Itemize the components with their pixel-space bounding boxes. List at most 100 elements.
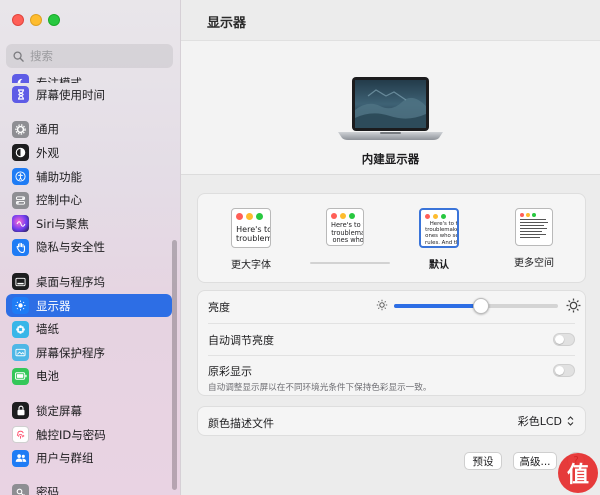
sidebar-item-label: 密码	[36, 485, 59, 495]
siri-icon	[12, 215, 29, 233]
close-button[interactable]	[12, 14, 24, 26]
fingerprint-icon	[12, 426, 29, 444]
control-center-icon	[12, 191, 29, 209]
advanced-button[interactable]: 高级...	[513, 452, 557, 470]
sidebar-item-label: 外观	[36, 145, 59, 160]
main-header: 显示器	[181, 0, 600, 40]
auto-brightness-label: 自动调节亮度	[208, 334, 274, 347]
chevron-updown-icon	[567, 416, 574, 426]
display-hero: 内建显示器	[181, 40, 600, 175]
zoom-button[interactable]	[48, 14, 60, 26]
auto-brightness-row: 自动调节亮度	[208, 332, 575, 352]
sidebar-item-screen-time[interactable]: 屏幕使用时间	[6, 83, 172, 107]
auto-brightness-toggle[interactable]	[553, 333, 575, 346]
brightness-settings: 亮度 自动调节亮度 原彩显示 自动调整显示屏以在不同环境光条件下保持色彩显示一致…	[197, 290, 586, 396]
true-tone-row: 原彩显示 自动调整显示屏以在不同环境光条件下保持色彩显示一致。	[208, 363, 575, 393]
sidebar-item-label: 隐私与安全性	[36, 240, 105, 255]
resolution-option-default[interactable]: Here's to th troublemakers, ones who see…	[399, 208, 479, 271]
sidebar-item-passwords[interactable]: 密码	[6, 484, 172, 495]
sidebar-item-screensaver[interactable]: 屏幕保护程序	[6, 341, 172, 365]
color-profile-label: 颜色描述文件	[208, 417, 274, 430]
true-tone-description: 自动调整显示屏以在不同环境光条件下保持色彩显示一致。	[208, 383, 432, 393]
sidebar-list: 专注模式 屏幕使用时间 通用 外观 辅助功能 控制中心 Siri与聚焦 隐私与安…	[6, 64, 172, 470]
true-tone-toggle[interactable]	[553, 364, 575, 377]
true-tone-label: 原彩显示	[208, 365, 252, 378]
color-profile-popup[interactable]: 彩色LCD	[518, 413, 575, 429]
key-icon	[12, 484, 29, 495]
sidebar-item-wallpaper[interactable]: 墙纸	[6, 317, 172, 341]
sidebar-item-label: 屏幕使用时间	[36, 87, 105, 102]
resolution-label: 更多空间	[514, 258, 554, 269]
brightness-slider-thumb[interactable]	[473, 298, 489, 314]
search-input[interactable]	[30, 49, 150, 63]
dock-icon	[12, 273, 29, 291]
resolution-selector: Here's to troublem 更大字体 Here's to t trou…	[197, 193, 586, 283]
hand-icon	[12, 238, 29, 256]
sidebar-item-lock-screen[interactable]: 锁定屏幕	[6, 399, 172, 423]
hourglass-icon	[12, 86, 29, 104]
screensaver-icon	[12, 344, 29, 362]
resolution-option-more-space[interactable]: 更多空间	[494, 208, 574, 269]
sidebar-item-general[interactable]: 通用	[6, 118, 172, 142]
display-name: 内建显示器	[361, 152, 420, 166]
sidebar-item-label: Siri与聚焦	[36, 216, 89, 231]
system-settings-window: 专注模式 屏幕使用时间 通用 外观	[0, 0, 600, 495]
sidebar-item-siri[interactable]: Siri与聚焦	[6, 212, 172, 236]
minimize-button[interactable]	[30, 14, 42, 26]
brightness-slider-fill	[394, 304, 481, 308]
color-profile-settings: 颜色描述文件 彩色LCD	[197, 406, 586, 436]
sidebar-item-battery[interactable]: 电池	[6, 365, 172, 389]
resolution-sample-text: Here's to troublem	[236, 225, 271, 244]
window-controls	[12, 14, 60, 26]
sidebar-item-label: 专注模式	[36, 76, 82, 83]
sidebar-item-label: 通用	[36, 122, 59, 137]
macbook-image[interactable]	[338, 76, 443, 151]
resolution-thumbnail: Here's to th troublemakers, ones who see…	[419, 208, 459, 248]
resolution-thumbnail: Here's to t troublema ones who	[326, 208, 364, 246]
sun-small-icon	[376, 299, 388, 311]
resolution-option-2[interactable]: Here's to t troublema ones who	[305, 208, 385, 254]
resolution-sample-lines	[520, 219, 548, 238]
search-icon	[13, 50, 24, 62]
sidebar-item-label: 墙纸	[36, 322, 59, 337]
sidebar-item-privacy[interactable]: 隐私与安全性	[6, 236, 172, 260]
resolution-track	[310, 262, 390, 264]
brightness-label: 亮度	[208, 301, 230, 314]
sidebar-item-focus[interactable]: 专注模式	[6, 64, 172, 83]
accessibility-icon	[12, 168, 29, 186]
color-profile-value: 彩色LCD	[517, 415, 562, 428]
resolution-sample-text: Here's to th troublemakers, ones who see…	[425, 221, 459, 246]
appearance-icon	[12, 144, 29, 162]
sidebar-item-label: 辅助功能	[36, 169, 82, 184]
page-title: 显示器	[207, 16, 247, 31]
sun-icon	[12, 297, 29, 315]
resolution-thumbnail: Here's to troublem	[231, 208, 271, 248]
moon-icon	[12, 74, 29, 83]
sidebar-item-users-groups[interactable]: 用户与群组	[6, 446, 172, 470]
sidebar-item-displays[interactable]: 显示器	[6, 293, 172, 318]
resolution-label: 更大字体	[231, 260, 271, 271]
resolution-option-larger-text[interactable]: Here's to troublem 更大字体	[211, 208, 291, 271]
sidebar-item-label: 触控ID与密码	[36, 427, 106, 442]
sidebar-item-touch-id[interactable]: 触控ID与密码	[6, 423, 172, 447]
sidebar-item-appearance[interactable]: 外观	[6, 141, 172, 165]
sidebar-item-desktop-dock[interactable]: 桌面与程序坞	[6, 270, 172, 294]
sun-large-icon	[566, 298, 581, 313]
sidebar-item-label: 控制中心	[36, 193, 82, 208]
sidebar-item-label: 锁定屏幕	[36, 403, 82, 418]
sidebar-scrollbar[interactable]	[172, 240, 177, 490]
resolution-label: 默认	[429, 260, 449, 271]
sidebar-item-label: 屏幕保护程序	[36, 345, 105, 360]
sidebar-item-label: 电池	[36, 369, 59, 384]
brightness-row: 亮度	[208, 298, 581, 319]
brightness-slider[interactable]	[394, 298, 558, 314]
sidebar-item-label: 显示器	[36, 298, 71, 313]
sidebar: 专注模式 屏幕使用时间 通用 外观	[0, 0, 181, 495]
sidebar-item-label: 用户与群组	[36, 451, 94, 466]
sidebar-item-accessibility[interactable]: 辅助功能	[6, 165, 172, 189]
sidebar-item-control-center[interactable]: 控制中心	[6, 188, 172, 212]
resolution-thumbnail	[515, 208, 553, 246]
gear-icon	[12, 120, 29, 138]
lock-icon	[12, 402, 29, 420]
preset-button[interactable]: 预设	[464, 452, 502, 470]
